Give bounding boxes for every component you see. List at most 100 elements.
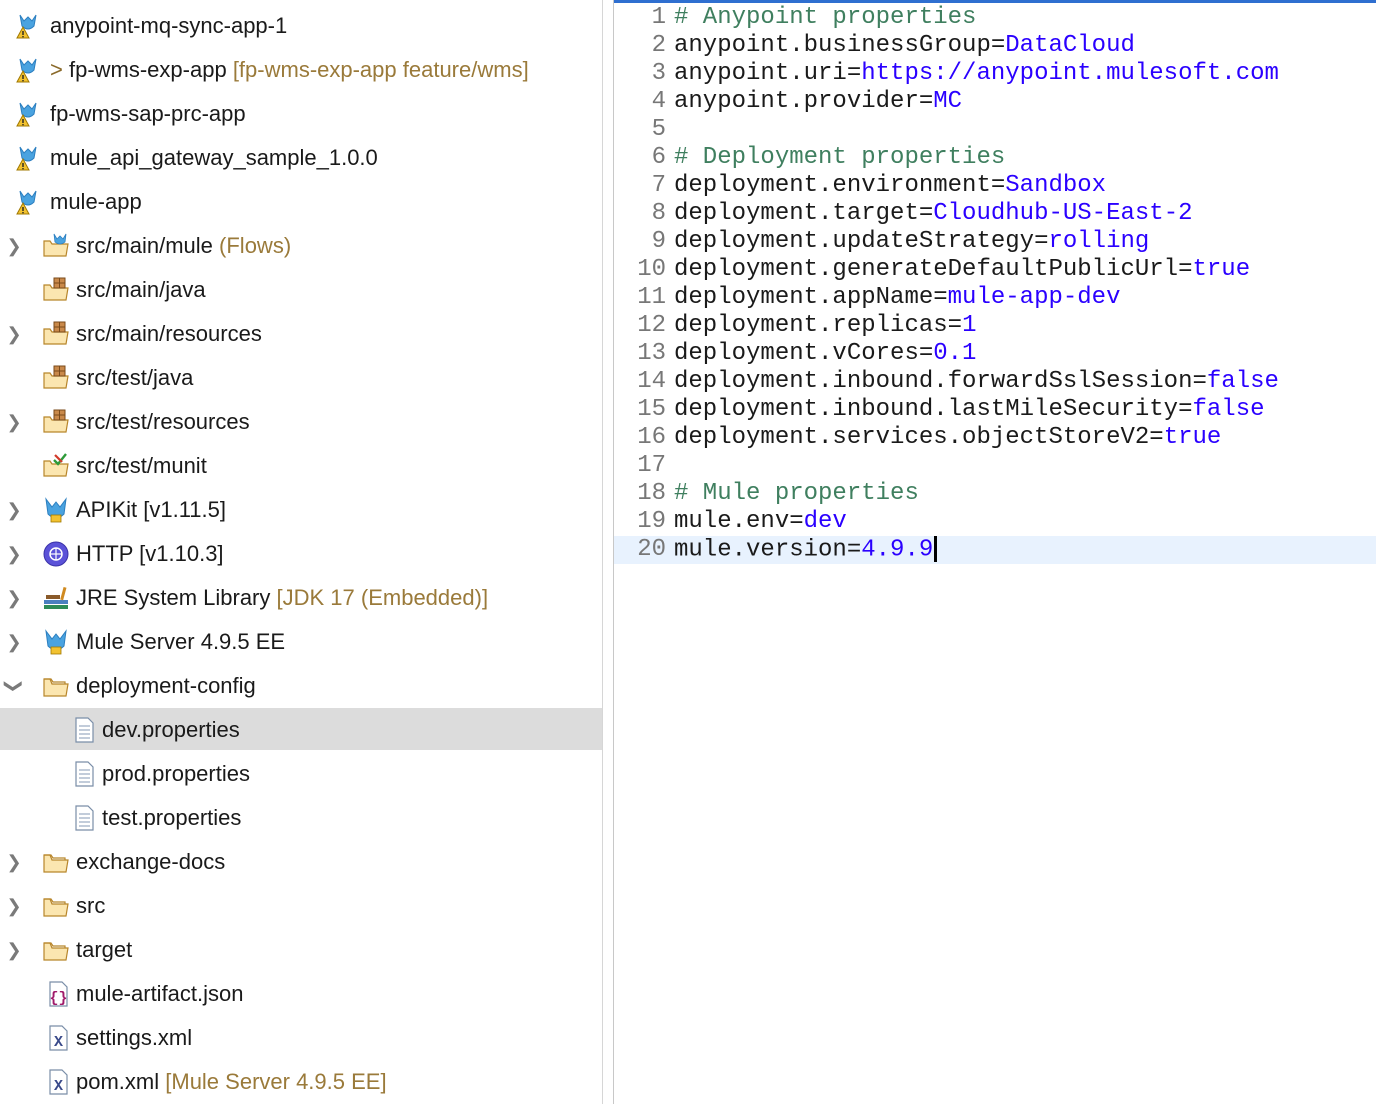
code-line[interactable]: 7 deployment.environment=Sandbox xyxy=(614,172,1376,200)
tree-item-pom-xml[interactable]: pom.xml [Mule Server 4.9.5 EE] xyxy=(0,1060,602,1104)
tree-item-mule-artifact-json[interactable]: mule-artifact.json xyxy=(0,972,602,1016)
tree-item-src-main-java[interactable]: src/main/java xyxy=(0,268,602,312)
xml-file-icon xyxy=(44,1068,72,1096)
project-item-anypoint-mq-sync-app-1[interactable]: anypoint-mq-sync-app-1 xyxy=(0,4,602,48)
code-line[interactable]: 11 deployment.appName=mule-app-dev xyxy=(614,284,1376,312)
tree-item-deployment-config[interactable]: ❯ deployment-config xyxy=(0,664,602,708)
project-item-mule-app[interactable]: mule-app xyxy=(0,180,602,224)
properties-file-icon xyxy=(70,804,98,832)
code-line[interactable]: 14 deployment.inbound.forwardSslSession=f… xyxy=(614,368,1376,396)
code-line[interactable]: 13 deployment.vCores=0.1 xyxy=(614,340,1376,368)
tree-item-http[interactable]: ❯ HTTP [v1.10.3] xyxy=(0,532,602,576)
line-number: 3 xyxy=(651,60,666,87)
pane-splitter[interactable] xyxy=(602,0,614,1104)
code-line[interactable]: 10 deployment.generateDefaultPublicUrl=tr… xyxy=(614,256,1376,284)
line-number: 20 xyxy=(637,536,666,563)
tree-item-label: deployment-config xyxy=(76,673,256,698)
equals-sign: = xyxy=(1034,228,1049,255)
project-item-mule-api-gateway-sample[interactable]: mule_api_gateway_sample_1.0.0 xyxy=(0,136,602,180)
equals-sign: = xyxy=(846,60,862,87)
open-folder-icon xyxy=(42,672,70,700)
editor-focus-border xyxy=(614,0,1376,3)
code-line[interactable]: 3 anypoint.uri=https://anypoint.mulesoft.… xyxy=(614,60,1376,88)
tree-item-prod-properties[interactable]: prod.properties xyxy=(0,752,602,796)
equals-sign: = xyxy=(918,340,934,367)
line-number: 16 xyxy=(637,424,666,451)
property-key: deployment.generateDefaultPublicUrl xyxy=(674,256,1179,283)
code-line[interactable]: 20 mule.version=4.9.9 xyxy=(614,536,1376,564)
expand-arrow-icon[interactable]: ❯ xyxy=(4,928,24,972)
tree-item-mule-server[interactable]: ❯ Mule Server 4.9.5 EE xyxy=(0,620,602,664)
tree-item-apikit[interactable]: ❯ APIKit [v1.11.5] xyxy=(0,488,602,532)
line-number: 14 xyxy=(637,368,666,395)
line-number: 8 xyxy=(651,200,666,227)
code-line[interactable]: 4 anypoint.provider=MC xyxy=(614,88,1376,116)
tree-item-dev-properties[interactable]: dev.properties xyxy=(0,708,602,750)
properties-editor[interactable]: 1 # Anypoint properties 2 anypoint.business… xyxy=(614,0,1376,1104)
munit-folder-icon xyxy=(42,452,70,480)
property-key: deployment.environment xyxy=(674,172,991,199)
expand-arrow-icon[interactable]: ❯ xyxy=(4,576,24,620)
code-line[interactable]: 6 # Deployment properties xyxy=(614,144,1376,172)
code-line[interactable]: 5 xyxy=(614,116,1376,144)
tree-item-target[interactable]: ❯ target xyxy=(0,928,602,972)
expand-arrow-icon[interactable]: ❯ xyxy=(4,224,24,268)
code-line[interactable]: 9 deployment.updateStrategy=rolling xyxy=(614,228,1376,256)
code-line[interactable]: 1 # Anypoint properties xyxy=(614,4,1376,32)
expand-arrow-icon[interactable]: ❯ xyxy=(4,532,24,576)
tree-item-label: APIKit [v1.11.5] xyxy=(76,497,227,522)
mule-flows-folder-icon xyxy=(42,232,70,260)
tree-item-src-test-resources[interactable]: ❯ src/test/resources xyxy=(0,400,602,444)
property-value: true xyxy=(1163,424,1222,451)
tree-item-src-main-mule[interactable]: ❯ src/main/mule (Flows) xyxy=(0,224,602,268)
tree-item-src-test-java[interactable]: src/test/java xyxy=(0,356,602,400)
line-content: deployment.services.objectStoreV2=true xyxy=(674,424,1221,452)
expand-arrow-icon[interactable]: ❯ xyxy=(4,312,24,356)
mule-project-warning-icon xyxy=(14,144,42,172)
expand-arrow-icon[interactable]: ❯ xyxy=(4,840,24,884)
tree-item-src-main-resources[interactable]: ❯ src/main/resources xyxy=(0,312,602,356)
code-line[interactable]: 8 deployment.target=Cloudhub-US-East-2 xyxy=(614,200,1376,228)
expand-arrow-icon[interactable]: ❯ xyxy=(4,884,24,928)
code-line[interactable]: 12 deployment.replicas=1 xyxy=(614,312,1376,340)
mule-project-warning-icon xyxy=(14,188,42,216)
line-number: 13 xyxy=(637,340,666,367)
code-line[interactable]: 15 deployment.inbound.lastMileSecurity=fa… xyxy=(614,396,1376,424)
tree-item-jre-system-library[interactable]: ❯ JRE System Library [JDK 17 (Embedded)] xyxy=(0,576,602,620)
line-number: 11 xyxy=(637,284,666,311)
expand-arrow-icon[interactable]: ❯ xyxy=(4,488,24,532)
expand-arrow-icon[interactable]: ❯ xyxy=(4,620,24,664)
tree-item-test-properties[interactable]: test.properties xyxy=(0,796,602,840)
collapse-arrow-icon[interactable]: ❯ xyxy=(0,676,36,696)
tree-item-settings-xml[interactable]: settings.xml xyxy=(0,1016,602,1060)
line-content: mule.version=4.9.9 xyxy=(674,536,938,564)
property-key: mule.version xyxy=(674,536,847,564)
property-key: deployment.target xyxy=(674,200,919,227)
line-content: deployment.appName=mule-app-dev xyxy=(674,284,1120,312)
properties-file-icon xyxy=(70,760,98,788)
tree-item-exchange-docs[interactable]: ❯ exchange-docs xyxy=(0,840,602,884)
tree-item-src[interactable]: ❯ src xyxy=(0,884,602,928)
equals-sign: = xyxy=(918,200,934,227)
properties-file-icon xyxy=(70,716,98,744)
code-line[interactable]: 2 anypoint.businessGroup=DataCloud xyxy=(614,32,1376,60)
equals-sign: = xyxy=(990,32,1006,59)
line-content: deployment.target=Cloudhub-US-East-2 xyxy=(674,200,1193,228)
tree-item-label: Mule Server 4.9.5 EE xyxy=(76,629,286,654)
equals-sign: = xyxy=(1149,424,1164,451)
code-line[interactable]: 18 # Mule properties xyxy=(614,480,1376,508)
project-item-fp-wms-sap-prc-app[interactable]: fp-wms-sap-prc-app xyxy=(0,92,602,136)
expand-arrow-icon[interactable]: ❯ xyxy=(4,400,24,444)
equals-sign: = xyxy=(1178,256,1193,283)
tree-item-src-test-munit[interactable]: src/test/munit xyxy=(0,444,602,488)
code-line[interactable]: 19 mule.env=dev xyxy=(614,508,1376,536)
xml-file-icon xyxy=(44,1024,72,1052)
project-explorer: anypoint-mq-sync-app-1 > fp-wms-exp-app … xyxy=(0,0,602,1104)
code-line[interactable]: 16 deployment.services.objectStoreV2=true xyxy=(614,424,1376,452)
code-line[interactable]: 17 xyxy=(614,452,1376,480)
project-label: anypoint-mq-sync-app-1 xyxy=(50,13,288,38)
line-number: 7 xyxy=(651,172,666,199)
property-key: deployment.services.objectStoreV2 xyxy=(674,424,1150,451)
tree-item-label: src/main/java xyxy=(76,277,206,302)
project-item-fp-wms-exp-app[interactable]: > fp-wms-exp-app [fp-wms-exp-app feature… xyxy=(0,48,602,92)
